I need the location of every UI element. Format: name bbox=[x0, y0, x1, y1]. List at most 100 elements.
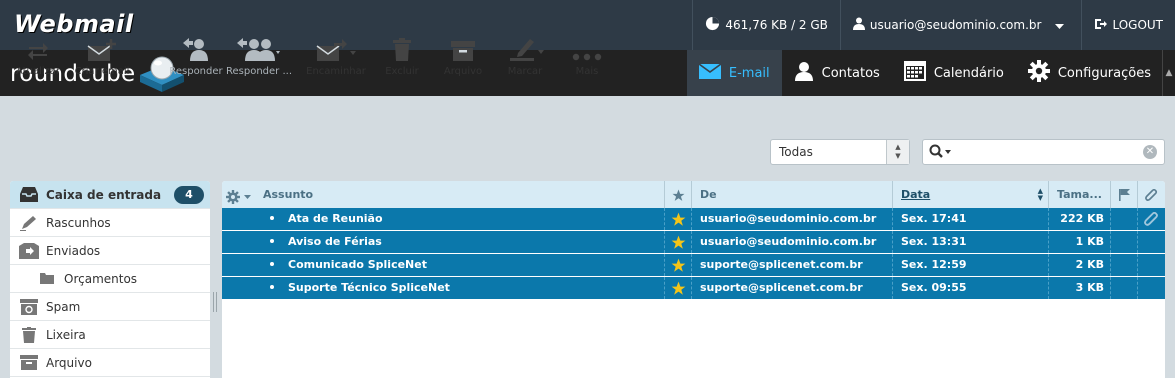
main-nav: E-mail Contatos Calendário Configurações bbox=[686, 50, 1163, 96]
user-icon bbox=[852, 17, 870, 33]
message-row[interactable]: Ata de Reunião usuario@seudominio.com.br… bbox=[222, 208, 1165, 230]
folder-inbox[interactable]: Caixa de entrada 4 bbox=[10, 181, 210, 209]
nav-scroll-up[interactable]: ▲ bbox=[1162, 50, 1175, 96]
message-size: 3 KB bbox=[1049, 277, 1111, 299]
folder-sent[interactable]: Enviados bbox=[10, 237, 210, 265]
refresh-label: Atualizar bbox=[15, 66, 61, 77]
archive-button[interactable]: Arquivo bbox=[431, 38, 495, 77]
star-header-icon bbox=[672, 188, 685, 201]
trash-icon bbox=[392, 38, 412, 64]
column-date-header[interactable]: Data ▲ ▼ bbox=[893, 181, 1049, 208]
folder-budgets[interactable]: Orçamentos bbox=[10, 265, 210, 293]
delete-button[interactable]: Excluir bbox=[370, 38, 434, 77]
message-list: Assunto De Data ▲ ▼ Tama... Ata de Reuni… bbox=[222, 181, 1165, 378]
reply-all-button[interactable]: Responder ... bbox=[226, 38, 292, 77]
message-from: usuario@seudominio.com.br bbox=[692, 231, 893, 253]
message-star[interactable] bbox=[665, 277, 692, 299]
star-icon bbox=[671, 258, 685, 272]
more-button[interactable]: Mais bbox=[555, 38, 619, 77]
message-date: Sex. 09:55 bbox=[893, 277, 1049, 299]
message-size: 1 KB bbox=[1049, 231, 1111, 253]
filter-select[interactable]: Todas ▲ ▼ bbox=[770, 139, 910, 165]
message-status[interactable] bbox=[1111, 254, 1138, 276]
message-attachment[interactable] bbox=[1138, 208, 1165, 230]
message-subject: Ata de Reunião bbox=[222, 208, 665, 230]
pencil-icon bbox=[18, 215, 40, 231]
reply-button[interactable]: Responder bbox=[164, 38, 228, 77]
message-status[interactable] bbox=[1111, 231, 1138, 253]
nav-calendar[interactable]: Calendário bbox=[892, 50, 1016, 96]
user-menu[interactable]: usuario@seudominio.com.br bbox=[839, 0, 1082, 50]
message-star[interactable] bbox=[665, 231, 692, 253]
message-status[interactable] bbox=[1111, 277, 1138, 299]
sent-mail-icon bbox=[18, 242, 40, 259]
pie-chart-icon bbox=[705, 16, 725, 34]
paperclip-header-icon bbox=[1145, 188, 1158, 201]
message-status[interactable] bbox=[1111, 208, 1138, 230]
column-size-header[interactable]: Tama... bbox=[1049, 181, 1111, 208]
message-row[interactable]: Aviso de Férias usuario@seudominio.com.b… bbox=[222, 231, 1165, 253]
unread-dot-icon bbox=[270, 262, 274, 266]
clear-search-icon[interactable]: ✕ bbox=[1143, 145, 1157, 159]
unread-dot-icon bbox=[270, 239, 274, 243]
user-email: usuario@seudominio.com.br bbox=[869, 18, 1042, 32]
nav-contacts[interactable]: Contatos bbox=[782, 50, 892, 96]
compose-button[interactable]: Criar email bbox=[70, 38, 134, 77]
pane-splitter[interactable] bbox=[213, 292, 217, 312]
unread-dot-icon bbox=[270, 216, 274, 220]
reply-label: Responder bbox=[169, 66, 223, 77]
brand-title: Webmail bbox=[14, 10, 134, 38]
column-status-header[interactable] bbox=[1111, 181, 1138, 208]
nav-email[interactable]: E-mail bbox=[686, 50, 782, 96]
folder-inbox-label: Caixa de entrada bbox=[46, 187, 162, 202]
message-size: 2 KB bbox=[1049, 254, 1111, 276]
message-date: Sex. 12:59 bbox=[893, 254, 1049, 276]
message-from: suporte@splicenet.com.br bbox=[692, 254, 893, 276]
filter-value: Todas bbox=[779, 145, 813, 159]
column-from-header[interactable]: De bbox=[692, 181, 893, 208]
folder-sent-label: Enviados bbox=[46, 243, 101, 258]
nav-settings[interactable]: Configurações bbox=[1016, 50, 1163, 96]
forward-label: Encaminhar bbox=[306, 66, 366, 77]
refresh-icon bbox=[27, 41, 49, 64]
message-row[interactable]: Comunicado SpliceNet suporte@splicenet.c… bbox=[222, 254, 1165, 276]
folder-trash[interactable]: Lixeira bbox=[10, 321, 210, 349]
folder-drafts[interactable]: Rascunhos bbox=[10, 209, 210, 237]
folder-spam[interactable]: Spam bbox=[10, 293, 210, 321]
forward-button[interactable]: Encaminhar bbox=[304, 38, 368, 77]
column-attachment-header[interactable] bbox=[1138, 181, 1165, 208]
message-star[interactable] bbox=[665, 254, 692, 276]
unread-dot-icon bbox=[270, 285, 274, 289]
message-attachment[interactable] bbox=[1138, 277, 1165, 299]
quota-text: 461,76 KB / 2 GB bbox=[725, 18, 828, 32]
message-star[interactable] bbox=[665, 208, 692, 230]
search-input[interactable] bbox=[957, 142, 1141, 164]
column-flag-header[interactable] bbox=[665, 181, 692, 208]
folder-spam-label: Spam bbox=[46, 299, 81, 314]
archive-box-icon bbox=[451, 41, 475, 64]
compose-mail-icon bbox=[87, 39, 117, 64]
folder-archive[interactable]: Arquivo bbox=[10, 349, 210, 377]
refresh-button[interactable]: Atualizar bbox=[6, 38, 70, 77]
mark-label: Marcar bbox=[507, 66, 543, 77]
nav-email-label: E-mail bbox=[728, 65, 770, 81]
logout-button[interactable]: LOGOUT bbox=[1081, 0, 1175, 50]
message-from: suporte@splicenet.com.br bbox=[692, 277, 893, 299]
star-icon bbox=[671, 235, 685, 249]
envelope-icon bbox=[698, 62, 729, 83]
column-subject-header[interactable]: Assunto bbox=[222, 181, 665, 208]
column-from-label: De bbox=[700, 188, 717, 201]
message-attachment[interactable] bbox=[1138, 254, 1165, 276]
message-attachment[interactable] bbox=[1138, 231, 1165, 253]
gear-icon bbox=[1027, 60, 1058, 86]
reply-all-label: Responder ... bbox=[226, 66, 292, 77]
forward-mail-icon bbox=[316, 39, 356, 64]
nav-settings-label: Configurações bbox=[1057, 65, 1151, 81]
search-box[interactable]: ✕ bbox=[922, 139, 1165, 165]
mark-button[interactable]: Marcar bbox=[493, 38, 557, 77]
flag-header-icon bbox=[1118, 188, 1130, 201]
message-row[interactable]: Suporte Técnico SpliceNet suporte@splice… bbox=[222, 277, 1165, 299]
updown-arrows-icon: ▲ ▼ bbox=[886, 140, 909, 164]
search-icon[interactable] bbox=[929, 144, 953, 163]
column-date-label: Data bbox=[901, 188, 931, 201]
